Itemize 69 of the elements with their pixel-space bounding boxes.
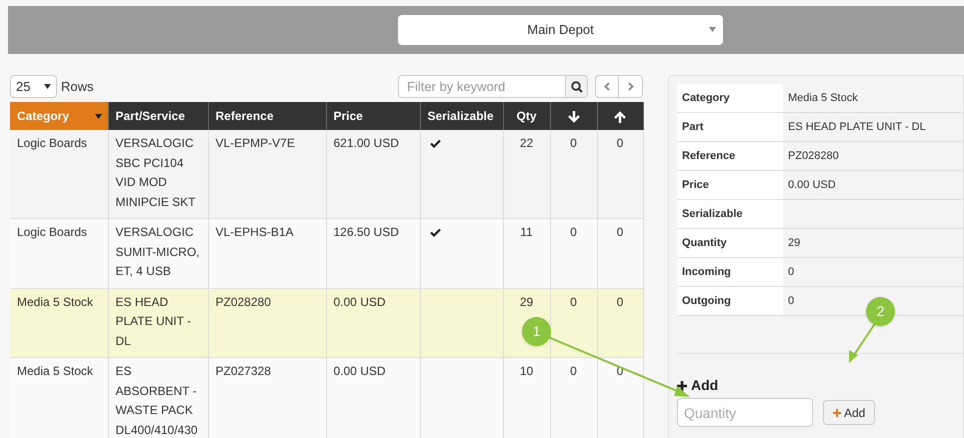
column-header[interactable] [597, 102, 643, 130]
arrow-up-icon [614, 110, 626, 123]
detail-value: PZ028280 [788, 148, 839, 164]
detail-label: Price [682, 178, 709, 193]
table-cell: 0 [570, 225, 577, 239]
table-cell: 0 [570, 364, 577, 378]
column-header[interactable]: Reference [208, 102, 326, 130]
rows-select[interactable]: 25 [10, 75, 57, 98]
detail-value: 29 [788, 236, 800, 251]
table-cell: VERSALOGIC SBC PCI104 VID MOD MINIPCIE SKT [116, 136, 196, 208]
detail-label: Serializable [682, 206, 743, 222]
table-cell: 0 [616, 294, 624, 308]
add-heading: Add [691, 376, 718, 395]
column-header[interactable]: Serializable [420, 102, 503, 130]
table-cell: 0 [570, 136, 577, 150]
table-row[interactable]: Logic Boards VERSALOGIC SUMIT-MICRO, ET, 4 USB VL-EPHS-B1A 126.50 USD 11 0 0 [10, 218, 643, 288]
table-cell: PZ028280 [216, 294, 271, 308]
table-cell: VL-EPHS-B1A [216, 225, 294, 239]
detail-label: Category [682, 90, 730, 106]
caret-icon [709, 27, 716, 32]
table-cell: 126.50 USD [334, 225, 399, 239]
detail-label: Incoming [682, 264, 731, 280]
table-cell: 0 [616, 225, 624, 239]
table-cell: 621.00 USD [334, 136, 399, 150]
table-cell: 0.00 USD [334, 294, 386, 308]
table-cell: 0 [570, 294, 577, 308]
detail-label: Quantity [682, 236, 727, 251]
add-button[interactable]: Add [823, 400, 876, 425]
table-cell: Media 5 Stock [17, 294, 94, 308]
column-header[interactable]: Qty [503, 102, 550, 130]
column-header[interactable]: Part/Service [108, 102, 208, 130]
table-cell: 0.00 USD [334, 364, 386, 378]
table-cell: 29 [520, 294, 534, 308]
table-cell: Logic Boards [17, 136, 88, 150]
detail-label: Reference [682, 148, 736, 164]
plus-icon [833, 408, 841, 416]
table-cell: 0 [616, 136, 624, 150]
detail-value: Media 5 Stock [788, 90, 858, 106]
table-cell: 10 [520, 364, 534, 378]
detail-value: 0.00 USD [788, 178, 836, 193]
column-header[interactable] [550, 102, 597, 130]
search-button[interactable] [566, 75, 588, 98]
detail-label: Part [682, 120, 704, 135]
table-cell: Media 5 Stock [17, 364, 94, 378]
table-cell: VL-EPMP-V7E [216, 136, 295, 150]
table-cell: ES ABSORBENT - WASTE PACK DL400/410/430 [116, 364, 198, 436]
caret-icon [44, 84, 51, 89]
table-cell: ES HEAD PLATE UNIT - DL [116, 294, 192, 348]
column-header[interactable]: Price [326, 102, 420, 130]
plus-icon [677, 380, 687, 390]
detail-value: ES HEAD PLATE UNIT - DL [788, 120, 926, 135]
search-icon [570, 80, 582, 92]
filter-field[interactable]: Filter by keyword [398, 75, 566, 98]
arrow-down-icon [568, 110, 580, 123]
table-cell: Logic Boards [17, 225, 88, 239]
depot-dropdown[interactable]: Main Depot [398, 15, 723, 45]
detail-value: 0 [788, 294, 794, 309]
detail-label: Outgoing [682, 294, 731, 309]
caret-icon [94, 114, 102, 119]
table-cell: PZ027328 [216, 364, 271, 378]
rows-label: Rows [61, 78, 94, 96]
table-cell: 11 [520, 225, 533, 239]
quantity-field[interactable]: Quantity [677, 398, 813, 427]
chevron-left-icon [604, 82, 610, 91]
table-cell: VERSALOGIC SUMIT-MICRO, ET, 4 USB [116, 225, 200, 278]
table-cell: 22 [520, 136, 534, 150]
table-row[interactable]: Logic Boards VERSALOGIC SBC PCI104 VID MOD MINIPCIE SKT VL-EPMP-V7E 621.00 USD 22 0 0 [10, 130, 643, 218]
chevron-right-icon [628, 82, 634, 91]
detail-value: 0 [788, 264, 794, 280]
